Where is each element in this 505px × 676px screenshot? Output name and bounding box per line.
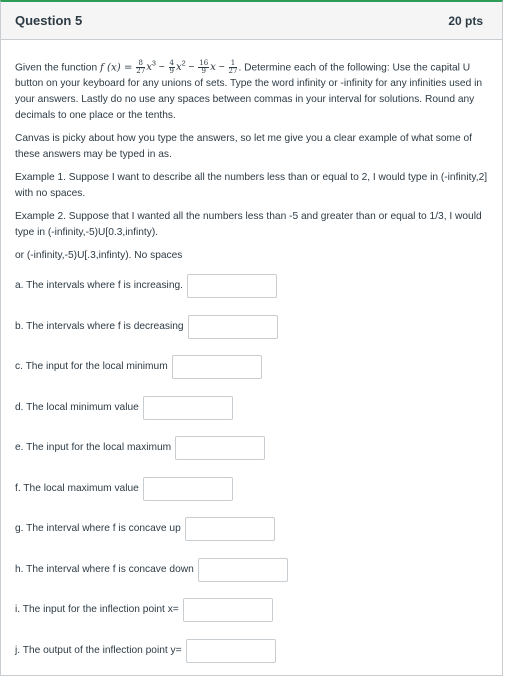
- answer-part-label: f. The local maximum value: [15, 482, 139, 494]
- question-body: Given the function f (x) = 8 27 x3 − 4 9 x2 …: [1, 40, 502, 664]
- answer-part-label: e. The input for the local maximum: [15, 442, 172, 454]
- term-fraction: 8 27: [136, 60, 146, 76]
- answer-input[interactable]: [142, 476, 233, 501]
- answer-part-label: h. The interval where f is concave down: [15, 563, 194, 575]
- question-points: 20 pts: [448, 13, 483, 28]
- term-fraction: 49: [168, 60, 175, 76]
- answer-parts: a. The intervals where f is increasing. b…: [15, 273, 488, 664]
- answer-input[interactable]: [187, 314, 278, 339]
- fraction-denominator: 9: [169, 67, 174, 76]
- example-2-alt-paragraph: or (-infinity,-5)U[.3,infinty). No space…: [15, 250, 183, 262]
- answer-part-row: d. The local minimum value: [15, 395, 488, 421]
- fraction-denominator: 27: [136, 67, 146, 76]
- answer-part-label: d. The local minimum value: [15, 401, 139, 413]
- prompt-lead: Given the function: [15, 62, 98, 74]
- term-sign: −: [185, 62, 198, 74]
- answer-part-row: c. The input for the local minimum: [15, 354, 488, 380]
- answer-part-label: b. The intervals where f is decreasing: [15, 320, 184, 332]
- answer-part-row: e. The input for the local maximum: [15, 435, 488, 461]
- answer-input[interactable]: [175, 436, 266, 461]
- answer-part-label: j. The output of the inflection point y=: [15, 644, 182, 656]
- function-expression: 8 27 x3 − 4 9 x2 − 16 9 x − 1 27: [135, 60, 238, 76]
- answer-part-row: j. The output of the inflection point y=: [15, 638, 488, 664]
- answer-part-label: a. The intervals where f is increasing.: [15, 280, 183, 292]
- answer-input[interactable]: [142, 395, 233, 420]
- answer-part-label: g. The interval where f is concave up: [15, 523, 181, 535]
- example-2-paragraph: Example 2. Suppose that I wanted all the…: [15, 211, 482, 239]
- fraction-denominator: 27: [228, 67, 238, 76]
- question-card: Question 5 20 pts Given the function f (…: [0, 0, 503, 676]
- answer-input[interactable]: [197, 557, 288, 582]
- question-header: Question 5 20 pts: [1, 2, 502, 40]
- prompt-paragraph: Given the function f (x) = 8 27 x3 − 4 9 x2 …: [15, 57, 488, 124]
- answer-part-label: i. The input for the inflection point x=: [15, 604, 179, 616]
- answer-part-row: f. The local maximum value: [15, 476, 488, 502]
- term-sign: −: [155, 62, 168, 74]
- answer-part-label: c. The input for the local minimum: [15, 361, 168, 373]
- answer-input[interactable]: [171, 355, 262, 380]
- answer-input[interactable]: [186, 274, 277, 299]
- term-fraction: 1 27: [228, 60, 238, 76]
- answer-part-row: b. The intervals where f is decreasing: [15, 314, 488, 340]
- answer-part-row: h. The interval where f is concave down: [15, 557, 488, 583]
- answer-part-row: g. The interval where f is concave up: [15, 516, 488, 542]
- term-sign: −: [215, 62, 228, 74]
- answer-part-row: a. The intervals where f is increasing.: [15, 273, 488, 299]
- question-title: Question 5: [15, 13, 83, 28]
- answer-input[interactable]: [182, 598, 273, 623]
- term-fraction: 16 9: [198, 60, 210, 76]
- answer-input[interactable]: [184, 517, 275, 542]
- fraction-denominator: 9: [201, 67, 206, 76]
- example-1-paragraph: Example 1. Suppose I want to describe al…: [15, 172, 488, 200]
- note-paragraph: Canvas is picky about how you type the a…: [15, 133, 472, 161]
- answer-part-row: i. The input for the inflection point x=: [15, 597, 488, 623]
- answer-input[interactable]: [185, 638, 276, 663]
- function-name: f (x) =: [99, 62, 133, 74]
